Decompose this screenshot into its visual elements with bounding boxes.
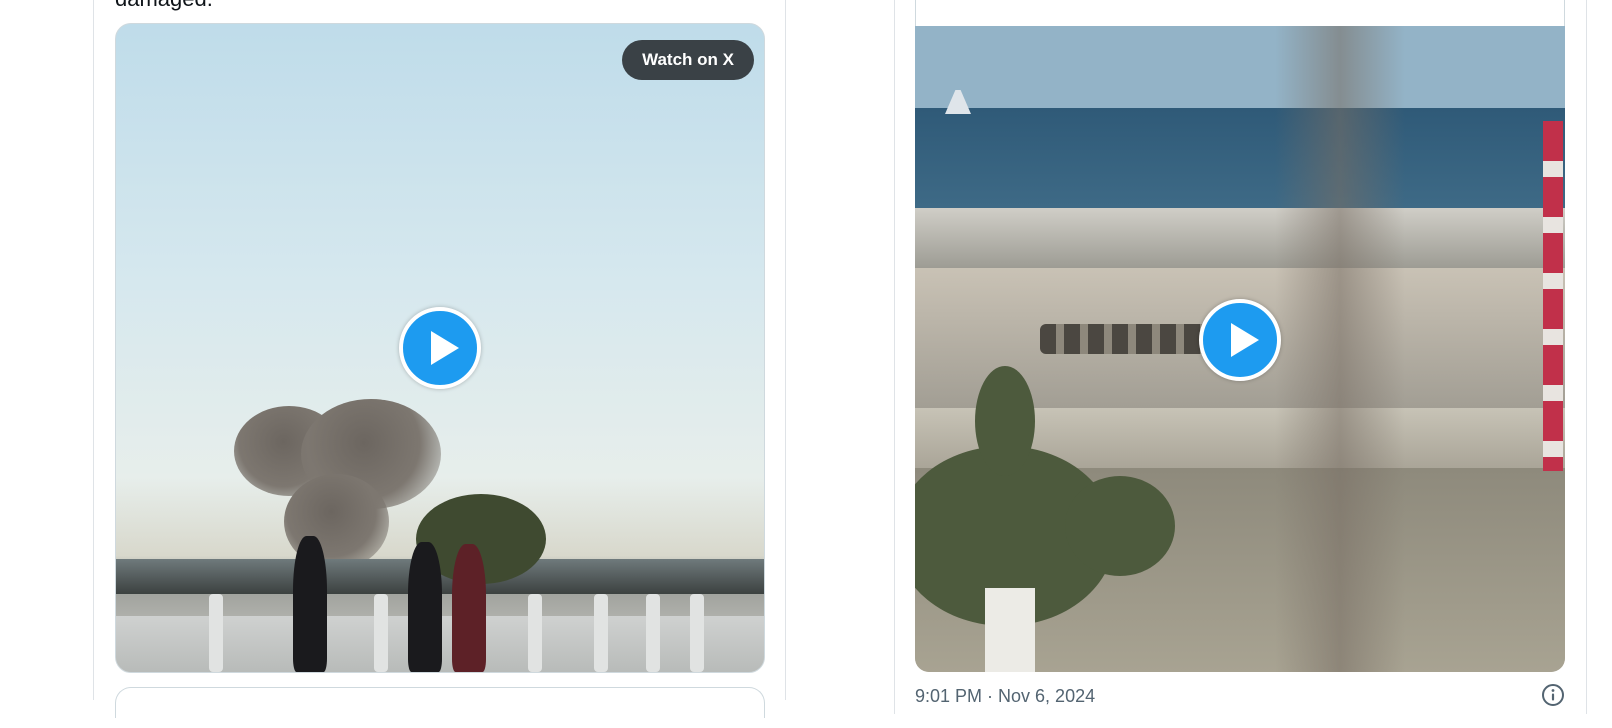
- play-icon: [1231, 323, 1259, 357]
- video-thumbnail-sea: [915, 108, 1565, 208]
- video-thumbnail-tower: [1543, 121, 1563, 471]
- video-thumbnail-tree: [1065, 476, 1175, 576]
- video-thumbnail-tree: [975, 366, 1035, 476]
- video-thumbnail-smoke: [1275, 26, 1405, 672]
- tweet-feed: damaged. Watch on X: [0, 0, 1612, 728]
- video-thumbnail-person: [408, 542, 442, 672]
- railing-post: [646, 594, 660, 672]
- video-thumbnail-pipes: [1040, 324, 1220, 354]
- railing-post: [690, 594, 704, 672]
- railing-post: [209, 594, 223, 672]
- tweet-timestamp[interactable]: 9:01 PM · Nov 6, 2024: [915, 686, 1095, 707]
- railing-post: [374, 594, 388, 672]
- video-thumbnail-pier: [915, 208, 1565, 268]
- video-player-left[interactable]: Watch on X: [115, 23, 765, 673]
- watch-on-x-button[interactable]: Watch on X: [622, 40, 754, 80]
- tweet-media-header-box: [915, 0, 1565, 27]
- video-thumbnail-building: [985, 588, 1035, 672]
- tweet-text: damaged.: [115, 0, 213, 10]
- railing-post: [594, 594, 608, 672]
- play-button[interactable]: [399, 307, 481, 389]
- quoted-tweet-box[interactable]: [115, 687, 765, 718]
- play-button[interactable]: [1199, 299, 1281, 381]
- railing-post: [528, 594, 542, 672]
- video-thumbnail-person: [452, 544, 486, 672]
- tweet-card-left: damaged. Watch on X: [93, 0, 786, 718]
- video-thumbnail-sky: [915, 26, 1565, 108]
- info-icon[interactable]: [1541, 683, 1565, 707]
- tweet-card-right: 9:01 PM · Nov 6, 2024: [894, 0, 1587, 714]
- video-thumbnail-person: [293, 536, 327, 672]
- play-icon: [431, 331, 459, 365]
- video-player-right[interactable]: [915, 26, 1565, 672]
